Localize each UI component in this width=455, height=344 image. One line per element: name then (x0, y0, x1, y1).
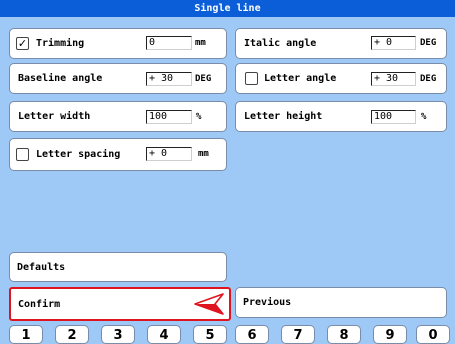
key-2[interactable]: 2 (55, 325, 89, 344)
key-9[interactable]: 9 (373, 325, 407, 344)
key-0[interactable]: 0 (416, 325, 450, 344)
previous-button[interactable]: Previous (235, 287, 447, 318)
defaults-button[interactable]: Defaults (9, 252, 227, 282)
letter-spacing-row: Letter spacing + 0 mm (9, 138, 227, 171)
italic-angle-unit: DEG (420, 38, 437, 48)
letter-width-input[interactable]: 100 (146, 110, 192, 124)
key-8[interactable]: 8 (327, 325, 361, 344)
letter-angle-row: Letter angle + 30 DEG (235, 63, 447, 94)
key-5[interactable]: 5 (193, 325, 227, 344)
trimming-row: ✓ Trimming 0 mm (9, 28, 227, 59)
letter-width-label: Letter width (18, 111, 91, 122)
letter-height-input[interactable]: 100 (371, 110, 416, 124)
letter-height-label: Letter height (244, 111, 323, 122)
baseline-angle-row: Baseline angle + 30 DEG (9, 63, 227, 94)
baseline-angle-input[interactable]: + 30 (146, 72, 192, 86)
trimming-input[interactable]: 0 (146, 36, 192, 50)
letter-angle-input[interactable]: + 30 (371, 72, 416, 86)
window-title: Single line (0, 0, 455, 17)
key-4[interactable]: 4 (147, 325, 181, 344)
trimming-label: Trimming (36, 38, 85, 49)
baseline-angle-label: Baseline angle (18, 73, 103, 84)
letter-spacing-checkbox[interactable] (16, 148, 29, 161)
key-7[interactable]: 7 (281, 325, 315, 344)
letter-angle-label: Letter angle (264, 73, 337, 84)
letter-angle-checkbox[interactable] (245, 72, 258, 85)
letter-spacing-unit: mm (198, 149, 209, 159)
letter-angle-unit: DEG (420, 74, 437, 84)
letter-spacing-input[interactable]: + 0 (146, 147, 192, 161)
key-1[interactable]: 1 (9, 325, 43, 344)
italic-angle-row: Italic angle + 0 DEG (235, 28, 447, 59)
letter-height-row: Letter height 100 % (235, 101, 447, 132)
confirm-button[interactable]: Confirm (9, 287, 231, 321)
pointer-arrow-icon (194, 293, 224, 315)
confirm-label: Confirm (18, 298, 61, 310)
letter-spacing-label: Letter spacing (36, 149, 121, 160)
trimming-checkbox[interactable]: ✓ (16, 37, 29, 50)
key-3[interactable]: 3 (101, 325, 135, 344)
letter-width-row: Letter width 100 % (9, 101, 227, 132)
italic-angle-label: Italic angle (244, 38, 317, 49)
italic-angle-input[interactable]: + 0 (371, 36, 416, 50)
key-6[interactable]: 6 (235, 325, 269, 344)
trimming-unit: mm (195, 38, 206, 48)
letter-width-unit: % (196, 112, 202, 122)
baseline-angle-unit: DEG (195, 74, 212, 84)
letter-height-unit: % (421, 112, 427, 122)
